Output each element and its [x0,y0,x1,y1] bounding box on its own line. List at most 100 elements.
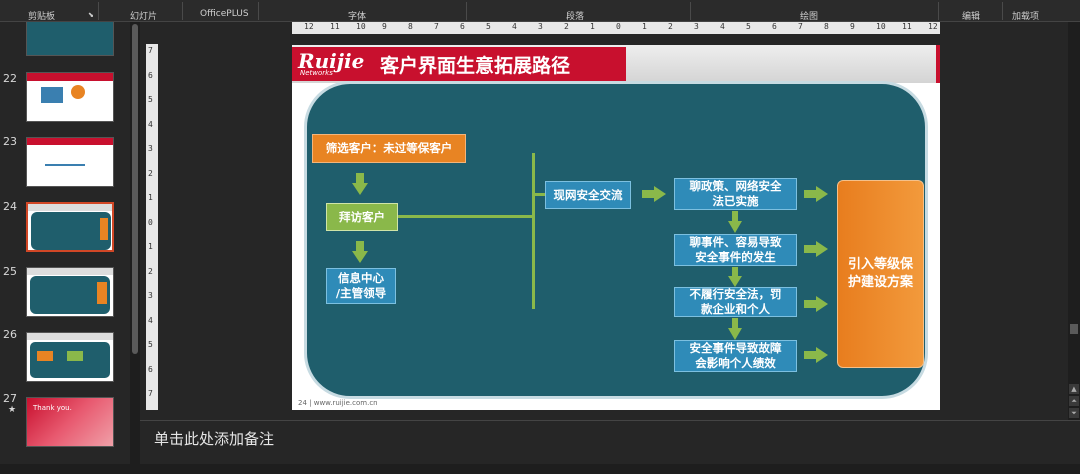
ribbon-group-clipboard-launcher[interactable]: ⬊ [88,11,94,19]
slide-thumbnail-21[interactable] [26,22,114,56]
star-icon: ★ [8,405,17,415]
ruler-tick-label: 1 [590,22,595,31]
ribbon-group-font[interactable]: 字体 [348,9,366,22]
previous-slide-icon[interactable]: ⏶ [1069,396,1079,406]
ruler-tick-label: 10 [876,22,886,31]
topic-policy-text: 聊政策、网络安全 法已实施 [689,179,782,208]
slide-thumbnail-23[interactable] [26,137,114,187]
ruler-tick-label: 1 [642,22,647,31]
ruler-tick-label: 7 [148,46,153,55]
slide-footer: 24 | www.ruijie.com.cn [298,399,378,407]
topic-performance-text: 安全事件导致故障 会影响个人绩效 [689,341,782,370]
scroll-up-icon[interactable]: ▲ [1069,384,1079,394]
ruler-tick-label: 6 [460,22,465,31]
grade-protection-plan-box[interactable]: 引入等级保 护建设方案 [837,180,924,368]
ruler-tick-label: 4 [512,22,517,31]
ruler-tick-label: 12 [928,22,938,31]
ruler-tick-label: 5 [746,22,751,31]
ruler-tick-label: 8 [408,22,413,31]
ruler-tick-label: 7 [798,22,803,31]
ruler-tick-label: 0 [616,22,621,31]
notes-pane[interactable]: 单击此处添加备注 [140,420,1080,464]
ruler-tick-label: 7 [148,389,153,398]
ruler-tick-label: 6 [772,22,777,31]
ruijie-logo: Ruijie Networks [292,47,376,81]
arrow-right-icon [804,241,828,257]
ruler-tick-label: 3 [538,22,543,31]
connector-vertical-line [532,153,535,309]
ruler-tick-label: 3 [148,291,153,300]
topic-performance-box[interactable]: 安全事件导致故障 会影响个人绩效 [674,340,797,372]
arrow-right-icon [804,186,828,202]
info-center-box[interactable]: 信息中心 /主管领导 [326,268,396,304]
slide-thumbnail-pane: 22 23 24 25 26 27 ★ Thank you. [0,22,128,464]
connector-line [398,215,534,218]
ruler-tick-label: 11 [330,22,340,31]
vertical-ruler: 7 6 5 4 3 2 1 0 1 2 3 4 5 6 7 [146,44,158,410]
security-exchange-text: 现网安全交流 [553,187,623,202]
ribbon-group-addins[interactable]: 加载项 [1012,9,1039,22]
ruler-tick-label: 1 [148,242,153,251]
ribbon-group-paragraph[interactable]: 段落 [566,9,584,22]
ruler-tick-label: 9 [382,22,387,31]
ribbon: 剪贴板 ⬊ 幻灯片 OfficePLUS 字体 段落 绘图 编辑 加载项 [0,0,1080,22]
horizontal-ruler: 12 11 10 9 8 7 6 5 4 3 2 1 0 1 2 3 4 5 6 7 8 9 10 11 12 [292,22,940,34]
ruler-tick-label: 1 [148,193,153,202]
ribbon-group-drawing[interactable]: 绘图 [800,9,818,22]
grade-protection-plan-text: 引入等级保 护建设方案 [847,257,913,290]
ruler-tick-label: 10 [356,22,366,31]
filter-customer-text: 筛选客户：未过等保客户 [325,141,453,155]
arrow-down-icon [352,241,368,263]
security-exchange-box[interactable]: 现网安全交流 [545,181,631,209]
ruler-tick-label: 4 [148,315,153,325]
arrow-right-icon [642,186,666,202]
editor-scrollbar[interactable]: ▲ ⏶ ⏷ [1068,22,1080,420]
logo-subtext: Networks [300,69,333,77]
ruler-tick-label: 5 [148,340,153,349]
slide-24[interactable]: Ruijie Networks 客户界面生意拓展路径 筛选客户：未过等保客户 拜… [292,45,940,410]
visit-customer-box[interactable]: 拜访客户 [326,203,398,231]
connector-line [535,193,545,196]
ruler-tick-label: 3 [148,144,153,153]
ruler-tick-label: 7 [434,22,439,31]
ruler-tick-label: 4 [720,22,725,31]
slide-thumbnail-25[interactable] [26,267,114,317]
filter-customer-box[interactable]: 筛选客户：未过等保客户 [312,134,466,163]
arrow-down-icon [728,318,742,340]
slide-title[interactable]: 客户界面生意拓展路径 [380,51,570,78]
ribbon-group-editing[interactable]: 编辑 [962,9,980,22]
topic-penalty-box[interactable]: 不履行安全法，罚 款企业和个人 [674,287,797,317]
ribbon-group-officeplus[interactable]: OfficePLUS [200,9,249,19]
ribbon-group-clipboard[interactable]: 剪贴板 [28,9,55,22]
arrow-right-icon [804,347,828,363]
ruler-tick-label: 3 [694,22,699,31]
arrow-down-icon [352,173,368,195]
ruler-tick-label: 6 [148,70,153,80]
visit-customer-text: 拜访客户 [339,209,385,224]
ruler-tick-label: 11 [902,22,912,31]
slide-thumbnail-24[interactable] [26,202,114,252]
next-slide-icon[interactable]: ⏷ [1069,408,1079,418]
slide-number-22: 22 [3,72,17,85]
slide-thumbnail-27[interactable]: Thank you. [26,397,114,447]
slide-number-26: 26 [3,328,17,341]
topic-incident-box[interactable]: 聊事件、容易导致 安全事件的发生 [674,234,797,266]
slide-number-24: 24 [3,200,17,213]
slide-thumbnail-26[interactable] [26,332,114,382]
notes-placeholder[interactable]: 单击此处添加备注 [154,428,274,449]
slide-number-23: 23 [3,135,17,148]
flow-panel[interactable] [304,81,928,399]
thumbnail-scrollbar[interactable] [130,22,140,464]
arrow-down-icon [728,211,742,233]
ruler-tick-label: 8 [824,22,829,31]
slide-number-25: 25 [3,265,17,278]
slide-thumbnail-22[interactable] [26,72,114,122]
topic-policy-box[interactable]: 聊政策、网络安全 法已实施 [674,178,797,210]
ribbon-group-slides[interactable]: 幻灯片 [130,9,157,22]
ruler-tick-label: 0 [148,217,153,227]
topic-penalty-text: 不履行安全法，罚 款企业和个人 [689,287,782,316]
thumbnail-thank-you-text: Thank you. [33,404,72,412]
ruler-tick-label: 9 [850,22,855,31]
ruler-tick-label: 12 [304,22,314,31]
slide-number-27: 27 [3,392,17,405]
